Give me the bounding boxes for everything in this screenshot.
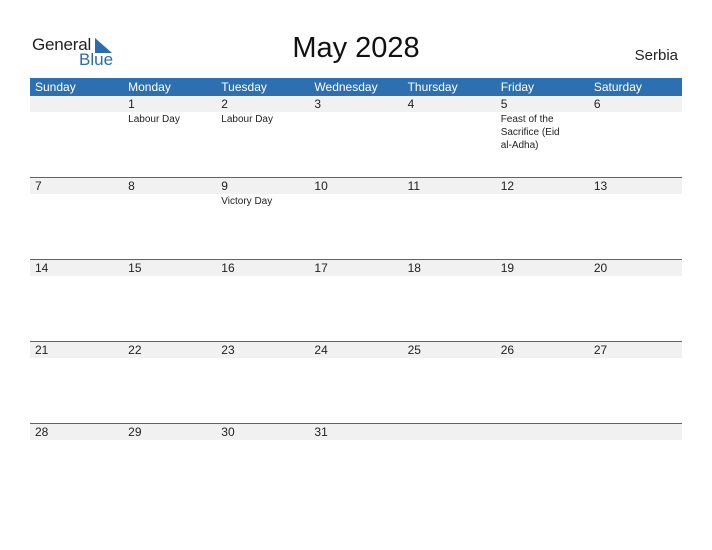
day-number: 9 <box>221 179 228 193</box>
holiday-label <box>216 276 309 277</box>
holiday-label <box>496 440 589 441</box>
holiday-label: Labour Day <box>128 114 180 125</box>
weekday-header: Sunday Monday Tuesday Wednesday Thursday… <box>30 78 682 96</box>
event-row <box>30 276 682 277</box>
day-number: 3 <box>314 97 322 111</box>
day-number: 12 <box>500 179 515 193</box>
event-row <box>30 440 682 441</box>
day-number: 18 <box>407 261 421 275</box>
day-number: 25 <box>407 343 421 357</box>
day-number: 4 <box>407 97 415 111</box>
day-number: 16 <box>221 261 235 275</box>
day-number: 5 <box>500 97 508 111</box>
holiday-label <box>403 358 496 359</box>
calendar-week: 28 29 30 31 <box>30 423 682 505</box>
weekday-wednesday: Wednesday <box>314 80 378 94</box>
day-number: 1 <box>128 97 135 111</box>
event-row: Labour Day Labour Day Feast of the Sacrifi… <box>30 112 682 152</box>
event-row <box>30 358 682 359</box>
holiday-label <box>403 112 496 152</box>
holiday-label <box>589 276 682 277</box>
holiday-label <box>309 194 402 208</box>
date-row: 14 15 16 17 18 19 20 <box>30 260 682 276</box>
weekday-thursday: Thursday <box>407 80 458 94</box>
date-row: 28 29 30 31 <box>30 424 682 440</box>
day-number: 21 <box>35 343 49 357</box>
event-row: Victory Day <box>30 194 682 208</box>
day-number: 30 <box>221 425 235 439</box>
holiday-label: Feast of the Sacrifice (Eid al-Adha) <box>500 114 560 151</box>
date-row: 7 8 9 10 11 12 13 <box>30 178 682 194</box>
holiday-label <box>309 440 402 441</box>
country-label: Serbia <box>634 47 678 64</box>
calendar-grid: Sunday Monday Tuesday Wednesday Thursday… <box>30 78 682 505</box>
holiday-label <box>309 358 402 359</box>
day-number: 28 <box>35 425 49 439</box>
calendar-week: 7 8 9 10 11 12 13 Victory Day <box>30 177 682 259</box>
day-number: 27 <box>593 343 608 357</box>
day-number: 7 <box>35 179 42 193</box>
holiday-label <box>216 440 309 441</box>
day-number <box>30 96 123 112</box>
holiday-label: Victory Day <box>221 196 273 207</box>
holiday-label <box>123 194 216 208</box>
weekday-friday: Friday <box>500 80 535 94</box>
weekday-tuesday: Tuesday <box>221 80 267 94</box>
weekday-sunday: Sunday <box>35 80 76 94</box>
day-number: 24 <box>314 343 328 357</box>
day-number: 15 <box>128 261 142 275</box>
holiday-label <box>496 358 589 359</box>
holiday-label <box>309 112 402 152</box>
date-row: 21 22 23 24 25 26 27 <box>30 342 682 358</box>
day-number: 8 <box>128 179 135 193</box>
holiday-label <box>30 276 123 277</box>
day-number: 6 <box>593 97 601 111</box>
calendar-week: 1 2 3 4 5 6 Labour Day Labour Day Feast of the S… <box>30 96 682 177</box>
day-number: 26 <box>500 343 515 357</box>
day-number <box>496 424 589 440</box>
holiday-label <box>589 194 682 208</box>
holiday-label <box>30 358 123 359</box>
holiday-label <box>30 440 123 441</box>
day-number: 17 <box>314 261 328 275</box>
calendar-week: 21 22 23 24 25 26 27 <box>30 341 682 423</box>
day-number: 13 <box>593 179 608 193</box>
weekday-monday: Monday <box>128 80 171 94</box>
day-number: 10 <box>314 179 328 193</box>
calendar-title: May 2028 <box>292 32 420 64</box>
holiday-label <box>403 276 496 277</box>
holiday-label <box>403 440 496 441</box>
holiday-label: Labour Day <box>221 114 273 125</box>
day-number: 14 <box>35 261 49 275</box>
day-number: 22 <box>128 343 142 357</box>
holiday-label <box>496 276 589 277</box>
holiday-label <box>589 112 682 152</box>
holiday-label <box>589 440 682 441</box>
date-row: 1 2 3 4 5 6 <box>30 96 682 112</box>
day-number: 2 <box>221 97 228 111</box>
holiday-label <box>123 440 216 441</box>
holiday-label <box>403 194 496 208</box>
holiday-label <box>123 276 216 277</box>
holiday-label <box>216 358 309 359</box>
holiday-label <box>589 358 682 359</box>
day-number: 29 <box>128 425 142 439</box>
holiday-label <box>309 276 402 277</box>
day-number <box>403 424 496 440</box>
day-number <box>589 424 682 440</box>
day-number: 19 <box>500 261 515 275</box>
holiday-label <box>123 358 216 359</box>
day-number: 23 <box>221 343 235 357</box>
holiday-label <box>30 112 123 152</box>
day-number: 11 <box>407 179 421 193</box>
day-number: 31 <box>314 425 328 439</box>
holiday-label <box>30 194 123 208</box>
holiday-label <box>496 194 589 208</box>
weekday-saturday: Saturday <box>593 80 642 94</box>
calendar-week: 14 15 16 17 18 19 20 <box>30 259 682 341</box>
day-number: 20 <box>593 261 608 275</box>
